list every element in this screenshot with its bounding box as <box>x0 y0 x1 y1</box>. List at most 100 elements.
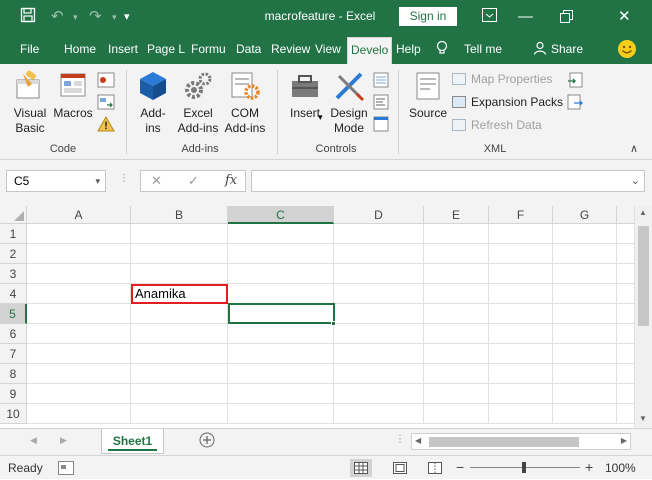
xml-import-icon[interactable] <box>567 72 583 91</box>
zoom-level[interactable]: 100% <box>605 461 636 475</box>
undo-dropdown-icon[interactable]: ▾ <box>73 7 78 27</box>
close-icon[interactable]: ✕ <box>618 7 631 27</box>
cell-f4[interactable] <box>489 284 553 304</box>
insert-function-icon[interactable]: fx <box>225 173 237 188</box>
cell-f5[interactable] <box>489 304 553 324</box>
minimize-icon[interactable]: — <box>518 7 533 27</box>
undo-icon[interactable]: ↶ <box>51 7 64 27</box>
tab-formulas[interactable]: Formu <box>191 34 226 64</box>
tab-split-grip-icon[interactable]: ⋮ <box>395 434 405 445</box>
redo-dropdown-icon[interactable]: ▾ <box>112 7 117 27</box>
row-header-1[interactable]: 1 <box>0 224 27 244</box>
cell-g3[interactable] <box>553 264 617 284</box>
cell-h6[interactable] <box>617 324 634 344</box>
tab-developer[interactable]: Develo <box>347 37 393 64</box>
column-header-d[interactable]: D <box>334 206 424 224</box>
cell-g2[interactable] <box>553 244 617 264</box>
share-button[interactable]: Share <box>551 34 583 64</box>
macro-recording-icon[interactable] <box>58 461 74 478</box>
cell-a8[interactable] <box>27 364 131 384</box>
cell-g7[interactable] <box>553 344 617 364</box>
column-header-f[interactable]: F <box>489 206 553 224</box>
cell-e6[interactable] <box>424 324 489 344</box>
design-mode-button[interactable]: Design Mode <box>328 70 370 136</box>
cell-h2[interactable] <box>617 244 634 264</box>
scroll-right-icon[interactable]: ▶ <box>621 436 627 445</box>
active-cell-c5[interactable] <box>228 303 335 324</box>
tab-help[interactable]: Help <box>396 34 421 64</box>
cell-h10[interactable] <box>617 404 634 424</box>
tab-home[interactable]: Home <box>64 34 96 64</box>
cell-c8[interactable] <box>228 364 334 384</box>
tell-me-search[interactable]: Tell me <box>464 34 502 64</box>
cell-g4[interactable] <box>553 284 617 304</box>
cell-e2[interactable] <box>424 244 489 264</box>
row-header-4[interactable]: 4 <box>0 284 27 304</box>
macros-button[interactable]: Macros <box>52 70 94 121</box>
cell-f2[interactable] <box>489 244 553 264</box>
tab-view[interactable]: View <box>315 34 341 64</box>
collapse-ribbon-icon[interactable]: ∧ <box>630 142 638 155</box>
add-ins-button[interactable]: Add- ins <box>134 70 172 136</box>
cell-e3[interactable] <box>424 264 489 284</box>
restore-icon[interactable] <box>560 9 573 29</box>
cell-a7[interactable] <box>27 344 131 364</box>
cell-h7[interactable] <box>617 344 634 364</box>
zoom-out-icon[interactable]: − <box>456 459 464 475</box>
cell-b9[interactable] <box>131 384 228 404</box>
cell-g5[interactable] <box>553 304 617 324</box>
worksheet-grid[interactable]: A B C D E F G 1 2 3 4 5 6 7 8 9 10 Anamika <box>0 206 634 428</box>
cell-h9[interactable] <box>617 384 634 404</box>
com-add-ins-button[interactable]: COM Add-ins <box>222 70 268 136</box>
insert-dropdown-icon[interactable]: ▾ <box>318 112 323 123</box>
cell-b2[interactable] <box>131 244 228 264</box>
cell-d2[interactable] <box>334 244 424 264</box>
cell-b1[interactable] <box>131 224 228 244</box>
cell-f8[interactable] <box>489 364 553 384</box>
vertical-scroll-thumb[interactable] <box>638 226 649 326</box>
scroll-left-icon[interactable]: ◀ <box>415 436 421 445</box>
visual-basic-button[interactable]: Visual Basic <box>8 70 52 136</box>
select-all-corner[interactable] <box>0 206 27 224</box>
column-header-h[interactable] <box>617 206 634 224</box>
cell-d9[interactable] <box>334 384 424 404</box>
scroll-down-icon[interactable]: ▼ <box>639 414 647 423</box>
expansion-packs-button[interactable]: Expansion Packs <box>452 93 563 111</box>
name-box[interactable]: C5 ▾ <box>6 170 106 192</box>
horizontal-scroll-thumb[interactable] <box>429 437 579 447</box>
cell-h4[interactable] <box>617 284 634 304</box>
record-macro-icon[interactable] <box>97 72 115 91</box>
cell-a1[interactable] <box>27 224 131 244</box>
cell-d1[interactable] <box>334 224 424 244</box>
cell-f10[interactable] <box>489 404 553 424</box>
cell-d8[interactable] <box>334 364 424 384</box>
relative-references-icon[interactable] <box>97 94 115 113</box>
tab-review[interactable]: Review <box>271 34 310 64</box>
xml-export-icon[interactable] <box>567 94 583 113</box>
cell-f3[interactable] <box>489 264 553 284</box>
properties-icon[interactable] <box>373 72 389 91</box>
column-header-c[interactable]: C <box>228 206 334 224</box>
zoom-slider-thumb[interactable] <box>522 462 526 473</box>
cell-h3[interactable] <box>617 264 634 284</box>
next-sheet-icon[interactable]: ▶ <box>60 435 67 446</box>
row-header-5[interactable]: 5 <box>0 304 27 324</box>
scroll-up-icon[interactable]: ▲ <box>639 208 647 217</box>
cell-d4[interactable] <box>334 284 424 304</box>
previous-sheet-icon[interactable]: ◀ <box>30 435 37 446</box>
cell-b7[interactable] <box>131 344 228 364</box>
cell-a4[interactable] <box>27 284 131 304</box>
cell-g10[interactable] <box>553 404 617 424</box>
cell-a10[interactable] <box>27 404 131 424</box>
formula-input[interactable]: ⌄ <box>251 170 645 192</box>
cell-f6[interactable] <box>489 324 553 344</box>
name-box-dropdown-icon[interactable]: ▾ <box>95 171 100 191</box>
source-button[interactable]: Source <box>406 70 450 121</box>
cell-b10[interactable] <box>131 404 228 424</box>
cell-b6[interactable] <box>131 324 228 344</box>
horizontal-scrollbar[interactable]: ◀ ▶ <box>411 433 631 450</box>
column-header-g[interactable]: G <box>553 206 617 224</box>
cell-h8[interactable] <box>617 364 634 384</box>
tab-file[interactable]: File <box>20 34 39 64</box>
refresh-data-button[interactable]: Refresh Data <box>452 116 542 134</box>
